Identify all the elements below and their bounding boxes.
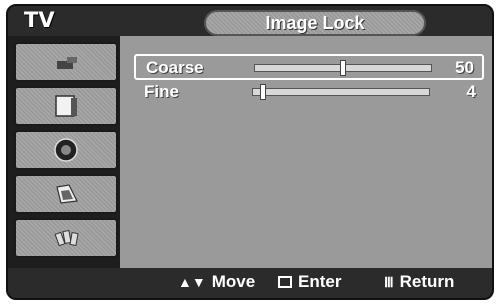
return-icon: Ⅲ: [384, 273, 394, 290]
enter-label: Enter: [298, 272, 342, 291]
picture-icon: [55, 95, 77, 117]
move-hint: ▲▼ Move: [178, 272, 255, 292]
sidebar: [8, 36, 120, 270]
channel-icon: [56, 184, 78, 204]
enter-hint: Enter: [278, 272, 341, 292]
setting-row-fine[interactable]: Fine 4: [134, 80, 484, 106]
move-arrows-icon: ▲▼: [178, 274, 206, 290]
sound-icon: [54, 138, 78, 162]
sidebar-item-setup[interactable]: [14, 218, 118, 258]
setting-value: 4: [466, 82, 476, 101]
sidebar-item-picture[interactable]: [14, 86, 118, 126]
return-hint: Ⅲ Return: [384, 272, 454, 292]
setting-label: Coarse: [146, 58, 204, 77]
slider-thumb[interactable]: [340, 60, 346, 76]
enter-icon: [278, 276, 292, 288]
sidebar-item-channel[interactable]: [14, 174, 118, 214]
sidebar-item-sound[interactable]: [14, 130, 118, 170]
tv-osd-window: TV Image Lock Coarse 50 Fine 4 ▲▼ Move E…: [6, 4, 494, 300]
fine-slider[interactable]: [252, 84, 430, 100]
coarse-slider[interactable]: [254, 60, 432, 76]
sidebar-item-input[interactable]: [14, 42, 118, 82]
footer-hints: ▲▼ Move Enter Ⅲ Return: [8, 268, 492, 298]
move-label: Move: [211, 272, 256, 291]
slider-thumb[interactable]: [260, 84, 266, 100]
setting-label: Fine: [144, 82, 179, 101]
setting-row-coarse[interactable]: Coarse 50: [134, 54, 484, 80]
tv-label: TV: [24, 8, 55, 32]
menu-title: Image Lock: [265, 12, 365, 33]
setup-icon: [54, 229, 79, 247]
antenna-icon: [57, 57, 77, 69]
menu-title-pill: Image Lock: [204, 10, 426, 36]
tv-header: TV: [8, 6, 128, 36]
setting-value: 50: [455, 58, 474, 77]
return-label: Return: [399, 272, 455, 291]
settings-panel: Coarse 50 Fine 4: [120, 36, 492, 268]
